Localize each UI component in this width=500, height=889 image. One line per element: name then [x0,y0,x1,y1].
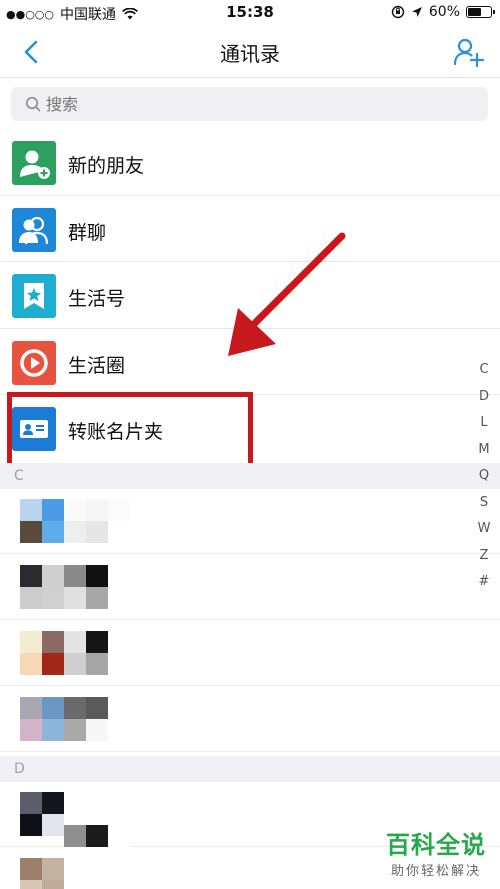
contact-row[interactable] [0,489,500,554]
menu-label: 生活号 [68,288,126,310]
avatar [20,858,64,889]
status-bar: ●●○○○ 中国联通 15:38 60% [0,0,500,26]
watermark-title: 百科全说 [386,831,486,859]
avatar [20,697,64,741]
menu-label: 新的朋友 [68,155,145,177]
contact-name-blurred [64,565,130,609]
index-letter[interactable]: S [474,495,494,522]
location-icon [411,7,422,17]
contact-row[interactable] [0,687,500,752]
watermark-subtitle: 助你轻松解决 [390,864,481,879]
index-letter[interactable]: Z [474,548,494,575]
avatar [20,631,64,675]
page-title: 通讯录 [220,42,280,66]
section-header-c: C [0,463,500,489]
contact-name-blurred [64,631,130,675]
contact-name-blurred [64,499,130,543]
menu-label: 生活圈 [68,354,126,377]
life-circle-icon [12,340,56,385]
add-friend-icon[interactable] [452,36,486,68]
search-bar [0,79,500,129]
battery-percent: 60% [428,4,460,20]
battery-icon [466,6,495,18]
orientation-lock-icon [391,5,405,19]
watermark: 百科全说 助你轻松解决 [386,825,486,879]
contact-row[interactable] [0,555,500,620]
menu-label: 群聊 [68,221,107,244]
annotation-arrow-icon [228,232,346,356]
life-account-icon [12,274,56,318]
contact-row[interactable] [0,621,500,686]
avatar [20,792,64,836]
index-letter[interactable]: W [474,521,494,548]
search-input[interactable] [46,94,446,114]
contact-name-blurred [64,803,130,847]
group-chat-icon [12,207,56,252]
search-box[interactable] [11,87,488,121]
battery-fill [468,8,481,16]
alphabet-index-bar[interactable]: C D L M Q S W Z # [474,362,494,601]
avatar [20,565,64,609]
index-letter[interactable]: M [474,442,494,469]
index-letter[interactable]: C [474,362,494,389]
avatar [20,499,64,543]
highlight-box [7,392,253,473]
new-friend-icon [12,141,56,185]
menu-item-new-friends[interactable]: 新的朋友 [0,129,500,196]
contact-name-blurred [64,697,130,741]
index-letter[interactable]: D [474,389,494,416]
index-letter[interactable]: # [474,574,494,601]
section-header-d: D [0,756,500,782]
search-icon [25,96,41,112]
index-letter[interactable]: Q [474,468,494,495]
index-letter[interactable]: L [474,415,494,442]
status-right: 60% [391,4,495,20]
nav-bar: 通讯录 [0,26,500,78]
